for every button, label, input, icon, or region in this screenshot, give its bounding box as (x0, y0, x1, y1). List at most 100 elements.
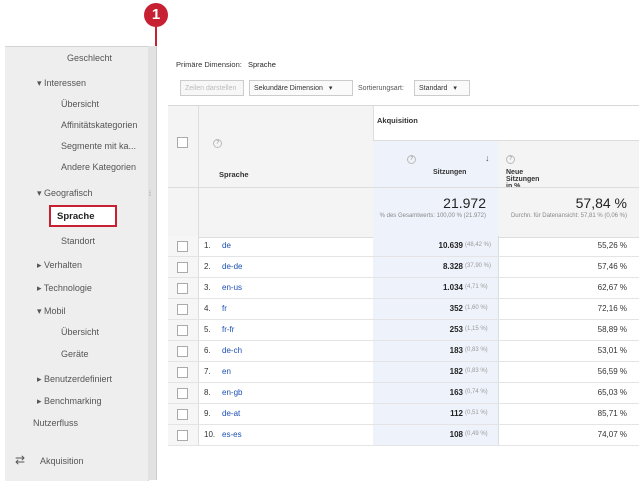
chevron-down-icon: ▾ (328, 85, 333, 92)
header-new-sessions-cell[interactable]: Neue Sitzungen in %? (498, 140, 639, 190)
row-sessions-value: 10.639 (438, 241, 463, 250)
row-language-link[interactable]: fr-fr (222, 325, 234, 334)
row-checkbox-cell (168, 299, 199, 319)
row-checkbox[interactable] (177, 346, 188, 357)
sidebar-item-verhalten[interactable]: ▸ Verhalten (37, 260, 82, 271)
row-sessions-percent: (0,83 %) (465, 368, 488, 374)
row-new-sessions-value: 85,71 % (597, 409, 627, 418)
row-checkbox[interactable] (177, 430, 188, 441)
sidebar-item-benchmarking[interactable]: ▸ Benchmarking (37, 396, 102, 407)
chevron-down-icon: ▾ (453, 85, 457, 92)
row-sessions-percent: (1,15 %) (465, 326, 488, 332)
sidebar-item-affinitaetskategorien[interactable]: Affinitätskategorien (61, 120, 137, 130)
header-acquisition-group: Akquisition Sitzungen? ↓ Neue Sitzungen … (373, 106, 639, 190)
row-checkbox[interactable] (177, 304, 188, 315)
sort-label: Sortierungsart: (358, 85, 404, 92)
row-language-link[interactable]: de-at (222, 409, 240, 418)
secondary-dimension-label: Sekundäre Dimension (254, 85, 323, 92)
row-language-link[interactable]: es-es (222, 430, 242, 439)
plot-rows-button[interactable]: Zeilen darstellen (180, 80, 244, 96)
row-language-link[interactable]: en-us (222, 283, 242, 292)
row-index: 8. (204, 388, 211, 397)
row-checkbox-cell (168, 257, 199, 277)
table-row: 9. de-at 112 (0,51 %) 85,71 % (168, 404, 639, 425)
header-dimension-cell: Sprache? (199, 106, 374, 188)
row-index: 10. (204, 430, 216, 439)
row-sessions-value: 8.328 (442, 262, 463, 271)
row-index: 3. (204, 283, 211, 292)
help-icon[interactable]: ? (213, 138, 222, 148)
header-dimension-label[interactable]: Sprache (219, 170, 249, 179)
sidebar-item-sprache[interactable]: Sprache (49, 205, 117, 227)
row-sessions-cell: 112 (0,51 %) (373, 404, 499, 424)
row-checkbox-cell (168, 320, 199, 340)
acquisition-icon: ⇄ (15, 453, 26, 467)
row-checkbox[interactable] (177, 283, 188, 294)
row-checkbox[interactable] (177, 325, 188, 336)
sidebar-item-segmente[interactable]: Segmente mit ka... (61, 141, 136, 151)
sidebar-collapse-handle[interactable]: ⁞ (148, 46, 157, 480)
row-new-sessions-value: 58,89 % (597, 325, 627, 334)
table-row: 8. en-gb 163 (0,74 %) 65,03 % (168, 383, 639, 404)
row-new-sessions-cell: 56,59 % (498, 362, 639, 382)
table-row: 10. es-es 108 (0,49 %) 74,07 % (168, 425, 639, 446)
sidebar-item-label: Sprache (57, 211, 95, 222)
row-checkbox[interactable] (177, 388, 188, 399)
row-new-sessions-cell: 57,46 % (498, 257, 639, 277)
sidebar-item-standort[interactable]: Standort (61, 236, 95, 246)
sidebar-item-mobil-uebersicht[interactable]: Übersicht (61, 327, 99, 337)
secondary-dimension-dropdown[interactable]: Sekundäre Dimension ▾ (249, 80, 353, 96)
row-checkbox[interactable] (177, 409, 188, 420)
help-icon[interactable]: ? (407, 155, 416, 164)
totals-checkbox-cell (168, 188, 199, 237)
row-sessions-value: 182 (449, 367, 463, 376)
row-sessions-cell: 10.639 (48,42 %) (373, 236, 499, 256)
sidebar-item-interessen[interactable]: ▾ Interessen (37, 78, 86, 89)
row-checkbox-cell (168, 404, 199, 424)
row-sessions-percent: (48,42 %) (465, 242, 492, 248)
row-language-link[interactable]: en (222, 367, 231, 376)
row-language-link[interactable]: de (222, 241, 231, 250)
row-new-sessions-cell: 62,67 % (498, 278, 639, 298)
row-sessions-value: 112 (450, 409, 463, 418)
table-row: 4. fr 352 (1,60 %) 72,16 % (168, 299, 639, 320)
select-all-checkbox[interactable] (177, 137, 188, 148)
header-sessions-cell[interactable]: Sitzungen? ↓ (373, 140, 499, 189)
row-sessions-value: 1.034 (442, 283, 463, 292)
sidebar-item-mobil[interactable]: ▾ Mobil (37, 306, 66, 317)
sidebar-item-interessen-uebersicht[interactable]: Übersicht (61, 99, 99, 109)
row-new-sessions-cell: 53,01 % (498, 341, 639, 361)
row-language-link[interactable]: de-ch (222, 346, 242, 355)
row-new-sessions-value: 53,01 % (597, 346, 627, 355)
row-checkbox[interactable] (177, 367, 188, 378)
table-header: Sprache? Akquisition Sitzungen? ↓ Neue S… (168, 105, 639, 190)
sort-dropdown[interactable]: Standard ▾ (414, 80, 470, 96)
row-checkbox[interactable] (177, 262, 188, 273)
row-index: 1. (204, 241, 211, 250)
primary-dimension-value[interactable]: Sprache (248, 60, 276, 69)
row-new-sessions-value: 65,03 % (597, 388, 627, 397)
row-new-sessions-cell: 58,89 % (498, 320, 639, 340)
sort-value: Standard (419, 85, 448, 92)
row-sessions-value: 352 (449, 304, 463, 313)
sidebar-item-geschlecht[interactable]: Geschlecht (67, 53, 112, 63)
row-language-link[interactable]: fr (222, 304, 227, 313)
sidebar-item-geraete[interactable]: Geräte (61, 349, 89, 359)
sidebar-item-geografisch[interactable]: ▾ Geografisch (37, 188, 93, 199)
totals-new-sessions-cell: 57,84 % Durchn. für Datenansicht: 57,81 … (498, 188, 639, 237)
sidebar-item-technologie[interactable]: ▸ Technologie (37, 283, 92, 294)
sidebar-item-benutzerdefiniert[interactable]: ▸ Benutzerdefiniert (37, 374, 112, 385)
row-sessions-cell: 182 (0,83 %) (373, 362, 499, 382)
sidebar-item-andere-kategorien[interactable]: Andere Kategorien (61, 162, 136, 172)
row-new-sessions-value: 56,59 % (597, 367, 627, 376)
sidebar-item-nutzerfluss[interactable]: Nutzerfluss (33, 418, 78, 428)
row-language-link[interactable]: de-de (222, 262, 242, 271)
sidebar-item-akquisition[interactable]: Akquisition (40, 456, 84, 466)
row-checkbox[interactable] (177, 241, 188, 252)
totals-new-sessions-value: 57,84 % (575, 195, 627, 211)
row-language-link[interactable]: en-gb (222, 388, 242, 397)
row-new-sessions-value: 74,07 % (597, 430, 627, 439)
help-icon[interactable]: ? (506, 155, 515, 164)
table-row: 2. de-de 8.328 (37,90 %) 57,46 % (168, 257, 639, 278)
table-row: 7. en 182 (0,83 %) 56,59 % (168, 362, 639, 383)
